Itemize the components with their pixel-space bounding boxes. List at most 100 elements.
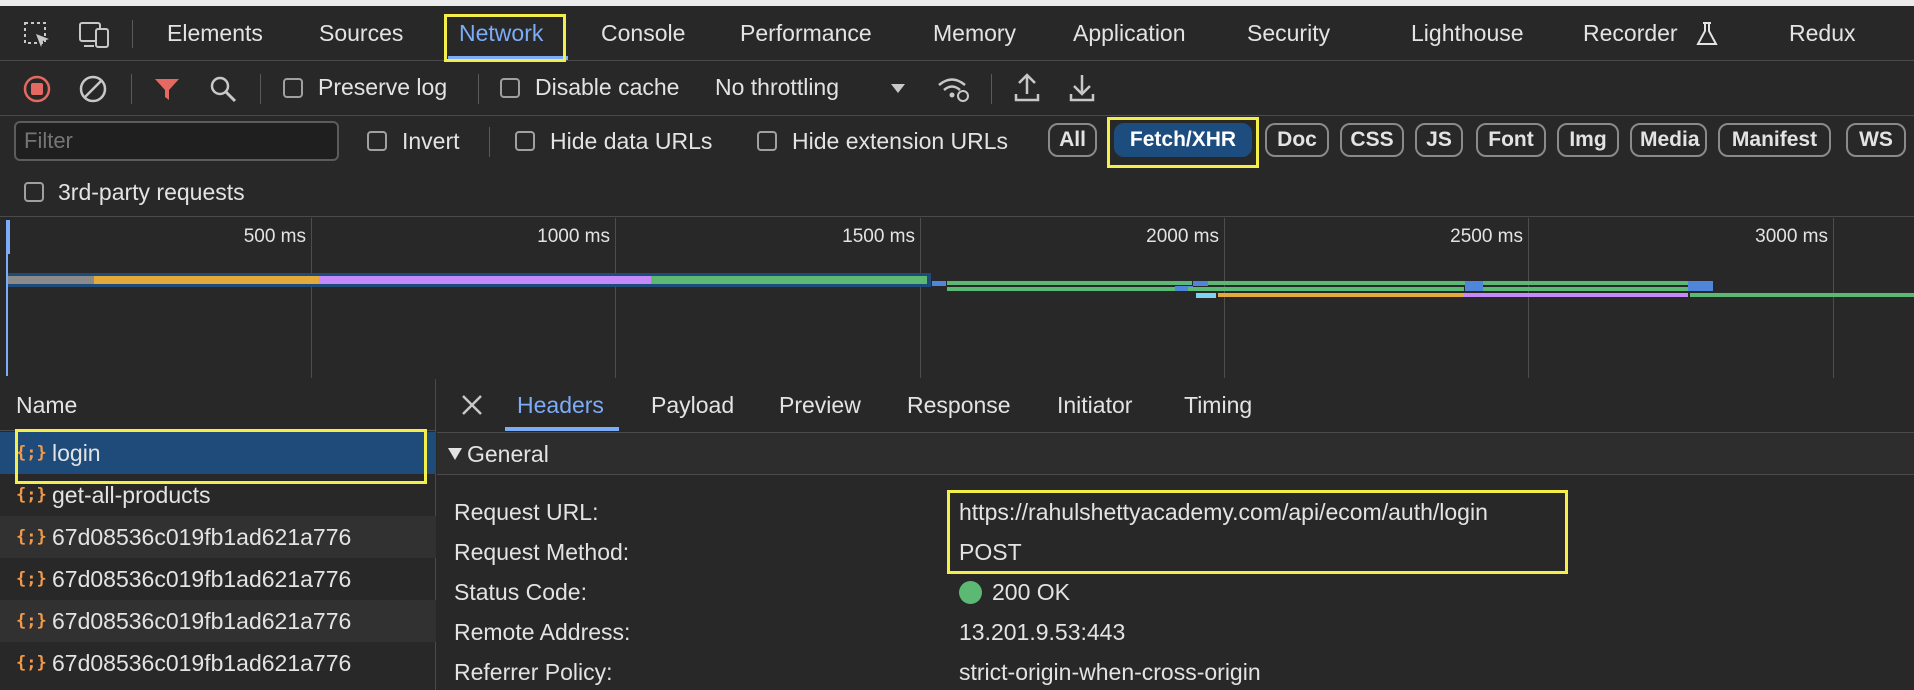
request-row[interactable]: {;} 67d08536c019fb1ad621a776 [0,600,436,642]
filter-icon[interactable] [152,74,182,104]
filter-input[interactable] [14,121,339,161]
tab-recorder[interactable]: Recorder [1583,6,1678,61]
disable-cache-checkbox[interactable] [500,78,520,98]
gridline [1833,218,1834,378]
request-row[interactable]: {;} 67d08536c019fb1ad621a776 [0,516,436,558]
tab-headers[interactable]: Headers [517,379,604,431]
inspect-element-icon[interactable] [22,20,52,50]
chevron-down-icon[interactable] [888,80,908,96]
flask-icon [1694,20,1720,48]
tab-application[interactable]: Application [1073,6,1186,61]
xhr-icon: {;} [16,611,47,631]
tab-elements[interactable]: Elements [167,6,263,61]
tick-label: 2000 ms [1146,226,1219,247]
throttling-select[interactable]: No throttling [715,74,839,101]
request-name: 67d08536c019fb1ad621a776 [52,607,352,634]
tab-preview[interactable]: Preview [779,379,861,431]
waterfall-bar [1465,281,1483,291]
request-name: 67d08536c019fb1ad621a776 [52,565,352,592]
request-name: 67d08536c019fb1ad621a776 [52,649,352,676]
type-filter-all[interactable]: All [1048,123,1097,157]
waterfall-bar [932,281,946,286]
xhr-icon: {;} [16,485,47,505]
tab-performance[interactable]: Performance [740,6,872,61]
close-icon[interactable] [459,392,485,418]
gridline [311,218,312,378]
status-ok-dot [959,581,982,604]
waterfall-bar [1196,293,1216,298]
waterfall-bar [947,281,1192,285]
network-conditions-icon[interactable] [935,74,971,104]
remote-address-label: Remote Address: [454,619,631,645]
request-url-label: Request URL: [454,499,599,525]
preserve-log-label: Preserve log [318,74,448,100]
highlight-network-tab [444,14,566,62]
third-party-checkbox[interactable] [24,182,44,202]
tab-memory[interactable]: Memory [933,6,1016,61]
type-filter-js[interactable]: JS [1415,123,1463,157]
gridline [615,218,616,378]
tab-security[interactable]: Security [1247,6,1330,61]
tick-label: 500 ms [243,226,306,247]
active-detail-tab-indicator [505,427,619,431]
tab-lighthouse[interactable]: Lighthouse [1411,6,1524,61]
hide-data-urls-label: Hide data URLs [550,128,713,154]
divider [991,74,992,104]
highlight-url-method [947,490,1568,574]
type-filter-doc[interactable]: Doc [1265,123,1329,157]
devtools-tab-bar: Elements Sources Network Console Perform… [0,6,1914,61]
gridline [920,218,921,378]
filter-bar: Invert Hide data URLs Hide extension URL… [0,117,1914,172]
tick-label: 3000 ms [1755,226,1828,247]
search-icon[interactable] [208,74,238,104]
hide-extension-urls-checkbox[interactable] [757,131,777,151]
tab-payload[interactable]: Payload [651,379,734,431]
stop-recording-icon[interactable] [22,74,52,104]
type-filter-manifest[interactable]: Manifest [1718,123,1831,157]
network-toolbar: Preserve log Disable cache No throttling [0,62,1914,116]
hide-data-urls-checkbox[interactable] [515,131,535,151]
tab-console[interactable]: Console [601,6,685,61]
waterfall-bar [1690,293,1914,297]
type-filter-font[interactable]: Font [1476,123,1546,157]
request-name: get-all-products [52,481,211,508]
invert-checkbox[interactable] [367,131,387,151]
third-party-label: 3rd-party requests [58,179,245,205]
waterfall-bar [1188,287,1464,291]
tab-sources[interactable]: Sources [319,6,403,61]
waterfall-bar [1688,281,1713,291]
waterfall-bar-connect [94,276,319,284]
general-section-title: General [467,441,549,467]
clear-icon[interactable] [78,74,108,104]
third-party-row: 3rd-party requests [0,172,1914,217]
tab-initiator[interactable]: Initiator [1057,379,1132,431]
tab-timing[interactable]: Timing [1184,379,1252,431]
tab-response[interactable]: Response [907,379,1011,431]
request-row[interactable]: {;} 67d08536c019fb1ad621a776 [0,558,436,600]
request-method-label: Request Method: [454,539,630,565]
xhr-icon: {;} [16,527,47,547]
waterfall-bar [1483,281,1713,285]
request-name: 67d08536c019fb1ad621a776 [52,523,352,550]
invert-label: Invert [402,128,460,154]
request-row[interactable]: {;} 67d08536c019fb1ad621a776 [0,642,436,684]
network-overview-timeline[interactable]: 500 ms 1000 ms 1500 ms 2000 ms 2500 ms 3… [0,218,1914,378]
preserve-log-checkbox[interactable] [283,78,303,98]
name-column-header[interactable]: Name [0,379,436,431]
type-filter-media[interactable]: Media [1630,123,1707,157]
general-section-header[interactable]: General [437,432,1914,475]
disable-cache-label: Disable cache [535,74,680,100]
type-filter-ws[interactable]: WS [1846,123,1906,157]
referrer-policy-label: Referrer Policy: [454,659,613,685]
hide-extension-urls-label: Hide extension URLs [792,128,1009,154]
tab-redux[interactable]: Redux [1789,6,1855,61]
device-toolbar-icon[interactable] [78,20,112,50]
waterfall-bar [1208,281,1465,285]
type-filter-img[interactable]: Img [1557,123,1619,157]
divider [131,74,132,104]
export-har-icon[interactable] [1067,72,1097,104]
type-filter-css[interactable]: CSS [1340,123,1404,157]
status-code-label: Status Code: [454,579,587,605]
import-har-icon[interactable] [1012,72,1042,104]
xhr-icon: {;} [16,653,47,673]
